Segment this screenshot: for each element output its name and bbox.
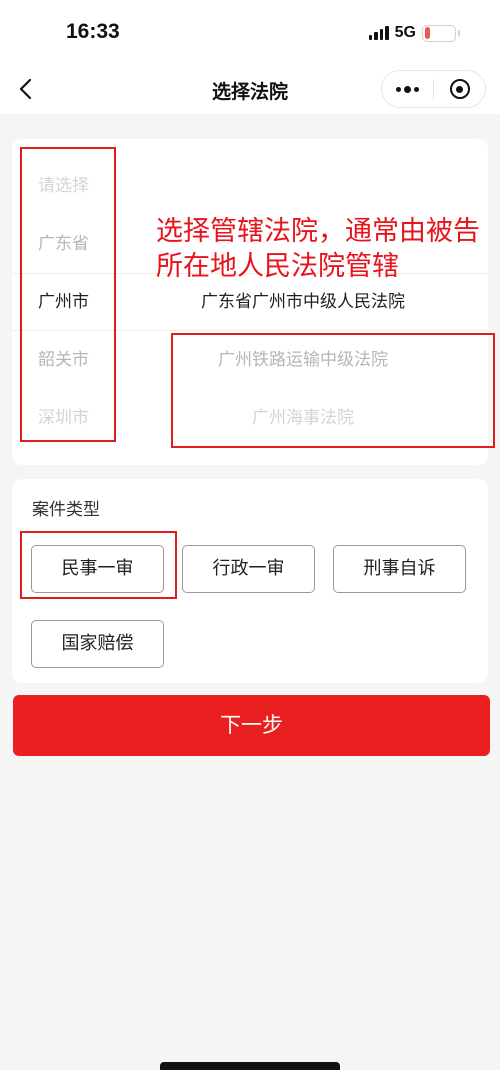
court-option[interactable]: 广州海事法院 [118, 389, 488, 447]
case-type-criminal-private-button[interactable]: 刑事自诉 [333, 545, 466, 593]
court-column[interactable]: 广东省广州市中级人民法院 广州铁路运输中级法院 广州海事法院 [118, 273, 488, 447]
nav-bar: 选择法院 [0, 64, 500, 114]
status-bar: 16:33 5G 17 [0, 0, 500, 64]
home-indicator [160, 1062, 340, 1070]
court-option[interactable]: 广州铁路运输中级法院 [118, 331, 488, 389]
case-type-title: 案件类型 [32, 500, 100, 520]
picker-option[interactable]: 韶关市 [12, 331, 118, 389]
case-type-civil-first-button[interactable]: 民事一审 [31, 545, 164, 593]
case-type-section: 案件类型 民事一审 行政一审 刑事自诉 国家赔偿 [12, 479, 488, 683]
more-dots-icon [396, 85, 419, 93]
signal-icon [368, 26, 389, 40]
case-type-admin-first-button[interactable]: 行政一审 [182, 545, 315, 593]
status-time: 16:33 [66, 20, 120, 43]
next-step-button[interactable]: 下一步 [13, 695, 490, 756]
court-picker: 请选择 广东省 广州市 韶关市 深圳市 广东省广州市中级人民法院 广州铁路运输中… [12, 139, 488, 465]
status-indicators: 5G 17 [368, 22, 460, 44]
close-miniprogram-button[interactable] [434, 71, 485, 107]
miniprogram-capsule [381, 70, 486, 108]
more-button[interactable] [382, 71, 433, 107]
miniprogram-close-icon [449, 79, 470, 99]
picker-option[interactable]: 深圳市 [12, 389, 118, 447]
network-type: 5G [394, 24, 416, 41]
battery-percent: 17 [432, 26, 446, 38]
picker-option[interactable]: 广东省 [12, 215, 118, 273]
case-type-state-compensation-button[interactable]: 国家赔偿 [31, 620, 164, 668]
picker-option-selected[interactable]: 广州市 [12, 273, 118, 331]
battery-cap [457, 29, 460, 36]
battery-icon: 17 [422, 24, 460, 42]
picker-option[interactable]: 请选择 [12, 157, 118, 215]
province-city-column[interactable]: 请选择 广东省 广州市 韶关市 深圳市 [12, 157, 118, 447]
annotation-text: 选择管辖法院，通常由被告 所在地人民法院管辖 [156, 216, 480, 282]
